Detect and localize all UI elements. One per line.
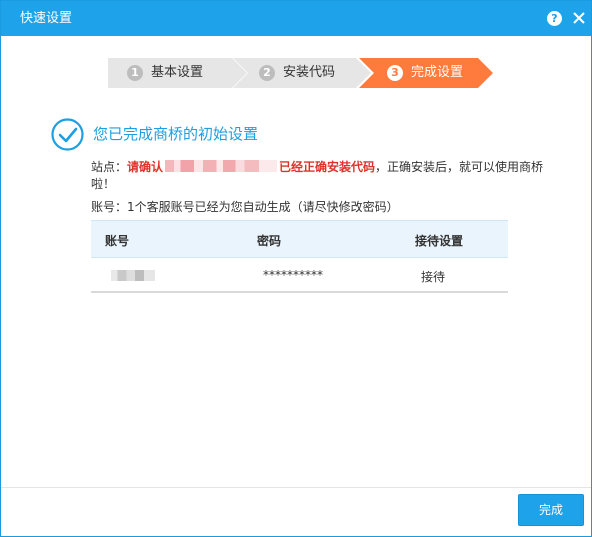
step-label: 安装代码	[283, 65, 336, 80]
step-number: 1	[127, 65, 143, 81]
quick-setup-dialog: 快速设置 ? 1 基本设置 2 安装代码 3 完成设置 您已完成商桥的初始设置 …	[0, 0, 592, 537]
redacted-account	[111, 270, 155, 281]
finish-button[interactable]: 完成	[518, 494, 584, 526]
site-status-text: 站点：请确认 已经正确安装代码，正确安装后，就可以使用商桥啦！	[91, 159, 546, 193]
step-number: 3	[387, 65, 403, 81]
site-warning-start: 请确认	[127, 160, 164, 174]
completion-headline: 您已完成商桥的初始设置	[93, 125, 259, 143]
site-prefix: 站点：	[91, 160, 128, 174]
header-reception-settings: 接待设置	[415, 234, 464, 248]
step-label: 完成设置	[411, 65, 464, 80]
account-table: 账号 密码 接待设置 ********** 接待	[91, 220, 508, 293]
header-account: 账号	[105, 234, 130, 248]
table-row: ********** 接待	[91, 258, 508, 293]
password-cell: **********	[263, 268, 323, 282]
step-number: 2	[259, 65, 275, 81]
dialog-title: 快速设置	[20, 11, 73, 26]
table-header: 账号 密码 接待设置	[91, 220, 508, 258]
setup-progress-steps: 1 基本设置 2 安装代码 3 完成设置	[108, 58, 493, 88]
title-bar: 快速设置 ?	[1, 1, 591, 36]
redacted-site-url	[165, 160, 278, 172]
account-note: 账号：1个客服账号已经为您自动生成（请尽快修改密码）	[91, 200, 399, 214]
header-password: 密码	[257, 234, 282, 248]
reception-cell: 接待	[421, 270, 446, 284]
close-icon[interactable]	[571, 9, 587, 27]
site-warning-end: 已经正确安装代码	[279, 160, 376, 174]
check-circle-icon	[51, 118, 84, 151]
footer-divider	[1, 487, 591, 488]
help-icon[interactable]: ?	[547, 11, 562, 26]
step-label: 基本设置	[151, 65, 204, 80]
